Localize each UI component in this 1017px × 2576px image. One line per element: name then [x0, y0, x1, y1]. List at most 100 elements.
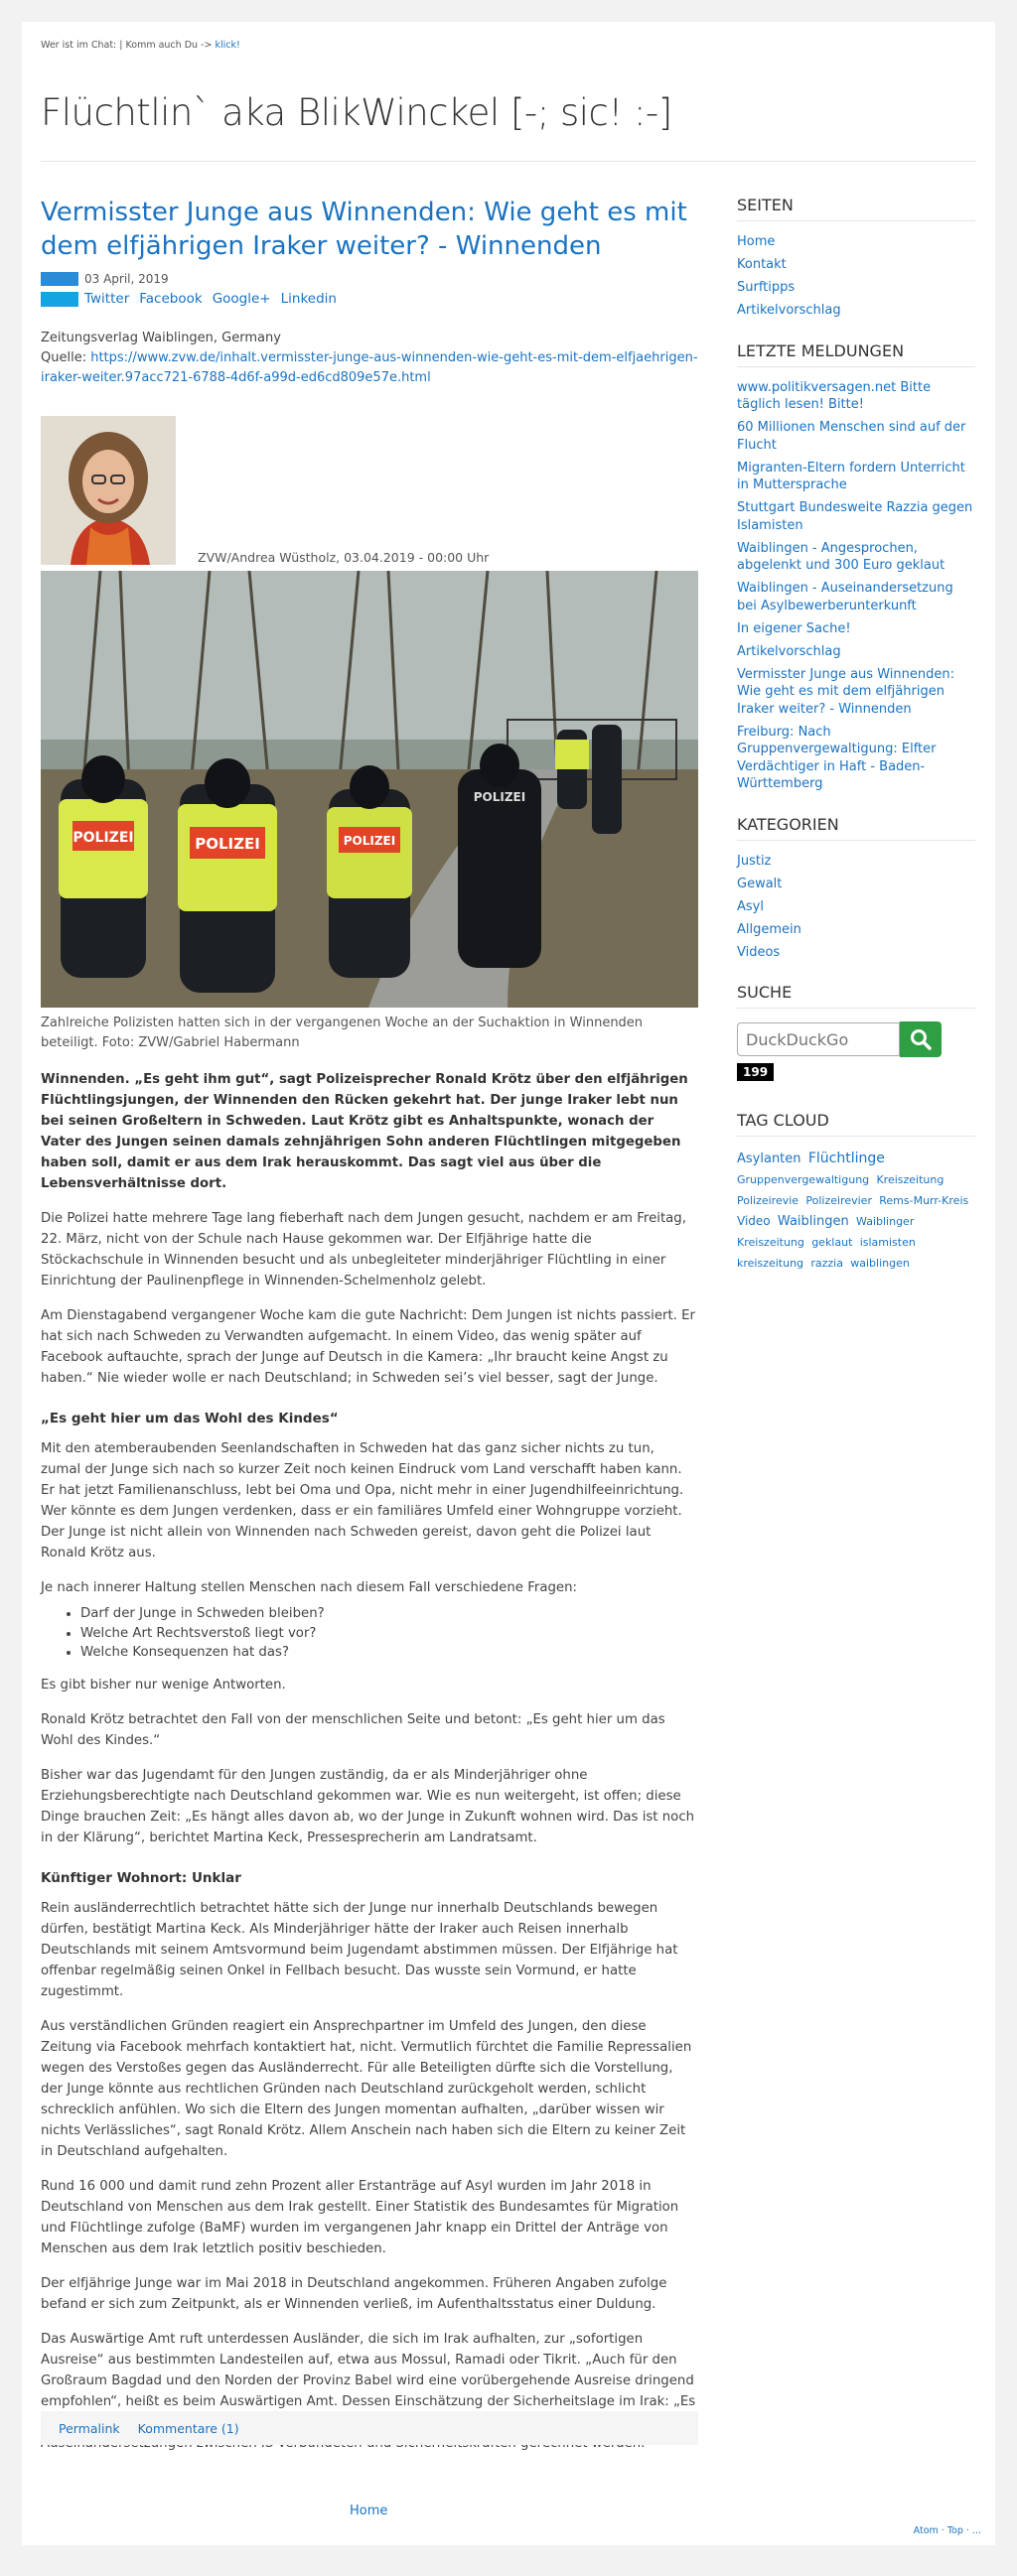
vest-label: POLIZEI: [73, 830, 133, 846]
search-form: [737, 1021, 975, 1057]
tag-cloud: Asylanten Flüchtlinge Gruppenvergewaltig…: [737, 1149, 975, 1274]
footer-home-link[interactable]: Home: [350, 2504, 387, 2518]
category-link-allgemein[interactable]: Allgemein: [737, 922, 801, 937]
article-body: Winnenden. „Es geht ihm gut“, sagt Poliz…: [41, 1069, 698, 2454]
news-link[interactable]: Vermisster Junge aus Winnenden: Wie geht…: [737, 667, 954, 717]
news-link[interactable]: In eigener Sache!: [737, 621, 851, 636]
comments-link[interactable]: Kommentare (1): [138, 2421, 239, 2436]
category-link-videos[interactable]: Videos: [737, 945, 780, 960]
share-googleplus[interactable]: Google+: [213, 291, 271, 307]
search-button[interactable]: [900, 1021, 942, 1057]
chat-text: Wer ist im Chat: | Komm auch Du ->: [41, 40, 213, 51]
tag-link[interactable]: Polizeirevie: [737, 1194, 799, 1207]
tag-link[interactable]: Flüchtlinge: [808, 1151, 885, 1166]
news-link[interactable]: Freiburg: Nach Gruppenvergewaltigung: El…: [737, 725, 936, 792]
news-link[interactable]: Artikelvorschlag: [737, 644, 841, 659]
category-link-gewalt[interactable]: Gewalt: [737, 877, 782, 891]
vest-label: POLIZEI: [344, 834, 395, 848]
publisher: Zeitungsverlag Waiblingen, Germany: [41, 331, 281, 345]
article-title[interactable]: Vermisster Junge aus Winnenden: Wie geht…: [41, 198, 687, 261]
tag-link[interactable]: Polizeirevier: [805, 1194, 872, 1207]
news-link[interactable]: Stuttgart Bundesweite Razzia gegen Islam…: [737, 500, 972, 533]
page-link-home[interactable]: Home: [737, 234, 775, 249]
paragraph: Bisher war das Jugendamt für den Jungen …: [41, 1767, 695, 1845]
news-link[interactable]: Waiblingen - Auseinandersetzung bei Asyl…: [737, 581, 953, 613]
footer-links[interactable]: Atom · Top · ...: [914, 2525, 981, 2536]
pages-heading: SEITEN: [737, 196, 975, 221]
source-block: Zeitungsverlag Waiblingen, Germany Quell…: [41, 329, 698, 388]
sidebar: SEITEN Home Kontakt Surftipps Artikelvor…: [737, 196, 975, 1274]
tag-link[interactable]: razzia: [810, 1257, 843, 1270]
source-label: Quelle:: [41, 350, 87, 365]
share-linkedin[interactable]: Linkedin: [281, 291, 337, 307]
question-list: Darf der Junge in Schweden bleiben? Welc…: [41, 1604, 698, 1663]
news-list: www.politikversagen.net Bitte täglich le…: [737, 379, 975, 793]
photo-caption: Zahlreiche Polizisten hatten sich in der…: [41, 1016, 644, 1050]
tag-link[interactable]: Video: [737, 1214, 771, 1228]
paragraph: Der elfjährige Junge war im Mai 2018 in …: [41, 2275, 667, 2312]
category-link-justiz[interactable]: Justiz: [737, 854, 771, 869]
page-link-surftipps[interactable]: Surftipps: [737, 280, 795, 295]
article-date: 03 April, 2019: [84, 272, 169, 286]
share-icon: [41, 291, 78, 307]
permalink-link[interactable]: Permalink: [59, 2421, 120, 2436]
article-photo: POLIZEI POLIZEI POLIZEI POLIZEI: [41, 571, 698, 1008]
pages-list: Home Kontakt Surftipps Artikelvorschlag: [737, 233, 975, 320]
tag-link[interactable]: Gruppenvergewaltigung: [737, 1173, 869, 1186]
vest-label: POLIZEI: [195, 835, 260, 853]
article-lead: Winnenden. „Es geht ihm gut“, sagt Poliz…: [41, 1072, 688, 1191]
tag-link[interactable]: Rems-Murr-Kreis: [879, 1194, 968, 1207]
page-container: Wer ist im Chat: | Komm auch Du -> klick…: [22, 22, 995, 2545]
visitor-counter: 199: [737, 1063, 775, 1081]
paragraph: Rund 16 000 und damit rund zehn Prozent …: [41, 2178, 679, 2256]
tag-link[interactable]: kreiszeitung: [737, 1257, 803, 1270]
news-link[interactable]: Waiblingen - Angesprochen, abgelenkt und…: [737, 541, 944, 574]
news-link[interactable]: www.politikversagen.net Bitte täglich le…: [737, 380, 931, 413]
search-heading: SUCHE: [737, 983, 975, 1009]
paragraph: Mit den atemberaubenden Seenlandschaften…: [41, 1441, 684, 1560]
page-link-artikelvorschlag[interactable]: Artikelvorschlag: [737, 303, 841, 318]
vest-label: POLIZEI: [474, 790, 525, 804]
paragraph: Je nach innerer Haltung stellen Menschen…: [41, 1580, 578, 1595]
tag-link[interactable]: waiblingen: [850, 1257, 910, 1270]
site-title[interactable]: Flüchtlin` aka BlikWinckel [-; sic! :-]: [41, 91, 672, 134]
post-footer: Permalink Kommentare (1): [41, 2411, 698, 2445]
category-link-asyl[interactable]: Asyl: [737, 899, 764, 914]
tag-link[interactable]: Waiblingen: [778, 1214, 849, 1229]
paragraph: Rein ausländerrechtlich betrachtet hätte…: [41, 1900, 678, 1999]
news-heading: LETZTE MELDUNGEN: [737, 341, 975, 367]
list-item: Darf der Junge in Schweden bleiben?: [80, 1604, 698, 1624]
list-item: Welche Art Rechtsverstoß liegt vor?: [80, 1624, 698, 1644]
paragraph: Die Polizei hatte mehrere Tage lang fieb…: [41, 1211, 686, 1288]
chat-bar: Wer ist im Chat: | Komm auch Du -> klick…: [41, 40, 240, 51]
article-date-line: 03 April, 2019: [41, 272, 698, 286]
paragraph: Ronald Krötz betrachtet den Fall von der…: [41, 1711, 665, 1748]
source-link[interactable]: https://www.zvw.de/inhalt.vermisster-jun…: [41, 350, 698, 385]
tag-link[interactable]: geklaut: [811, 1236, 852, 1249]
subheading: Künftiger Wohnort: Unklar: [41, 1869, 241, 1886]
tag-link[interactable]: Kreiszeitung: [876, 1173, 944, 1186]
tags-heading: TAG CLOUD: [737, 1111, 975, 1137]
list-item: Welche Konsequenzen hat das?: [80, 1643, 698, 1663]
author-credit: ZVW/Andrea Wüstholz, 03.04.2019 - 00:00 …: [198, 550, 490, 565]
author-photo: [41, 416, 176, 565]
share-bar: Twitter Facebook Google+ Linkedin: [41, 291, 698, 307]
tag-link[interactable]: Asylanten: [737, 1152, 801, 1166]
chat-link[interactable]: klick!: [215, 40, 239, 51]
categories-heading: KATEGORIEN: [737, 815, 975, 841]
search-input[interactable]: [737, 1022, 900, 1056]
share-twitter[interactable]: Twitter: [84, 291, 129, 307]
categories-list: Justiz Gewalt Asyl Allgemein Videos: [737, 853, 975, 962]
author-block: ZVW/Andrea Wüstholz, 03.04.2019 - 00:00 …: [41, 416, 698, 565]
date-icon: [41, 272, 78, 286]
paragraph: Am Dienstagabend vergangener Woche kam d…: [41, 1308, 696, 1386]
search-icon: [911, 1029, 932, 1050]
share-facebook[interactable]: Facebook: [139, 291, 202, 307]
news-link[interactable]: Migranten-Eltern fordern Unterricht in M…: [737, 461, 965, 493]
paragraph: Es gibt bisher nur wenige Antworten.: [41, 1677, 286, 1693]
news-link[interactable]: 60 Millionen Menschen sind auf der Fluch…: [737, 420, 965, 453]
tag-link[interactable]: islamisten: [860, 1236, 916, 1249]
page-link-kontakt[interactable]: Kontakt: [737, 257, 787, 272]
article: Vermisster Junge aus Winnenden: Wie geht…: [41, 196, 698, 2454]
subheading: „Es geht hier um das Wohl des Kindes“: [41, 1411, 339, 1426]
